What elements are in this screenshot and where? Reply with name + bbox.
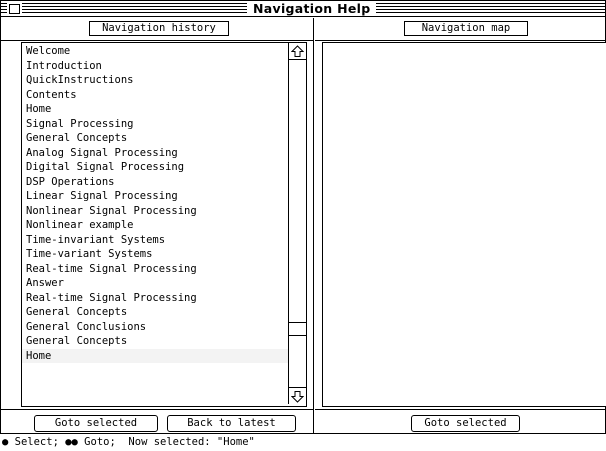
scroll-up-button[interactable] bbox=[289, 43, 306, 60]
history-list-item[interactable]: Introduction bbox=[22, 59, 288, 74]
footer-divider bbox=[1, 409, 313, 410]
map-header-divider bbox=[315, 40, 606, 41]
scroll-thumb[interactable] bbox=[289, 322, 306, 336]
history-list-item[interactable]: Time-invariant Systems bbox=[22, 233, 288, 248]
history-goto-selected-button[interactable]: Goto selected bbox=[34, 415, 158, 432]
history-list-item[interactable]: Analog Signal Processing bbox=[22, 146, 288, 161]
history-list-item[interactable]: Welcome bbox=[22, 44, 288, 59]
history-list-item[interactable]: Time-variant Systems bbox=[22, 247, 288, 262]
history-list-item[interactable]: Home bbox=[22, 102, 288, 117]
history-list-item[interactable]: Real-time Signal Processing bbox=[22, 291, 288, 306]
map-pane: Navigation map Goto selected bbox=[315, 18, 606, 434]
history-list-item[interactable]: Digital Signal Processing bbox=[22, 160, 288, 175]
history-list-item[interactable]: Signal Processing bbox=[22, 117, 288, 132]
back-to-latest-button[interactable]: Back to latest bbox=[167, 415, 296, 432]
header-divider bbox=[1, 40, 313, 41]
title-bar[interactable]: Navigation Help bbox=[1, 1, 605, 17]
history-header: Navigation history bbox=[89, 21, 229, 36]
history-list-item[interactable]: Linear Signal Processing bbox=[22, 189, 288, 204]
history-list-item[interactable]: Real-time Signal Processing bbox=[22, 262, 288, 277]
history-items: Welcome Introduction QuickInstructions Cont… bbox=[22, 44, 288, 363]
map-header: Navigation map bbox=[404, 21, 528, 36]
arrow-up-icon bbox=[291, 44, 304, 57]
history-list[interactable]: Welcome Introduction QuickInstructions Cont… bbox=[21, 42, 307, 407]
history-list-item[interactable]: Contents bbox=[22, 88, 288, 103]
history-list-item[interactable]: General Concepts bbox=[22, 334, 288, 349]
close-box-icon[interactable] bbox=[9, 4, 20, 14]
navigation-map-canvas[interactable] bbox=[322, 42, 606, 407]
history-list-item[interactable]: Nonlinear example bbox=[22, 218, 288, 233]
history-list-item[interactable]: General Concepts bbox=[22, 131, 288, 146]
history-pane: Navigation history Welcome Introduction Qu… bbox=[1, 18, 314, 434]
scroll-down-button[interactable] bbox=[289, 387, 306, 404]
history-list-item[interactable]: General Concepts bbox=[22, 305, 288, 320]
history-list-item[interactable]: DSP Operations bbox=[22, 175, 288, 190]
map-goto-selected-button[interactable]: Goto selected bbox=[411, 415, 520, 432]
history-list-item[interactable]: Nonlinear Signal Processing bbox=[22, 204, 288, 219]
history-list-item[interactable]: General Conclusions bbox=[22, 320, 288, 335]
navigation-help-window: Navigation Help Navigation history Welco… bbox=[0, 0, 606, 434]
status-line: ● Select; ●● Goto; Now selected: "Home" bbox=[2, 436, 255, 448]
history-list-item[interactable]: Home bbox=[22, 348, 288, 363]
history-list-item[interactable]: QuickInstructions bbox=[22, 73, 288, 88]
map-footer-divider bbox=[315, 409, 606, 410]
arrow-down-icon bbox=[291, 390, 304, 403]
window-title: Navigation Help bbox=[247, 2, 377, 16]
scroll-track[interactable] bbox=[289, 60, 306, 387]
history-scrollbar[interactable] bbox=[288, 43, 306, 404]
history-list-item[interactable]: Answer bbox=[22, 276, 288, 291]
